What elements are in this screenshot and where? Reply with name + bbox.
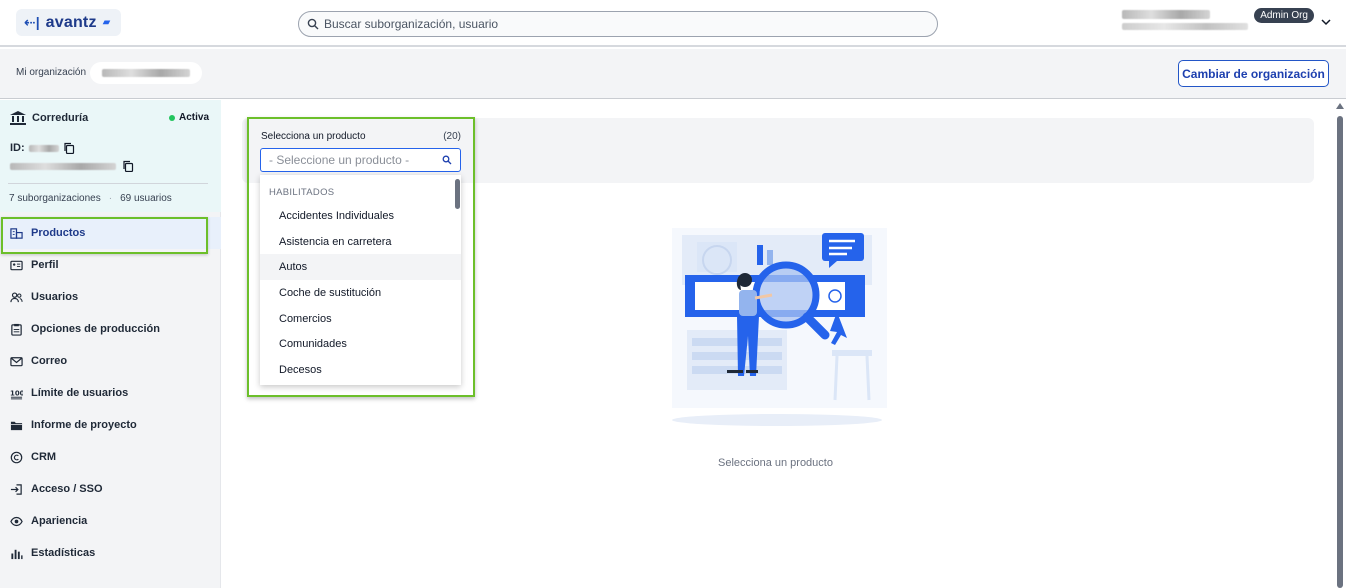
product-selector: Selecciona un producto (20) HABILITADOS … bbox=[247, 117, 475, 397]
sidebar-item-label: Límite de usuarios bbox=[31, 387, 129, 399]
profile-card-icon bbox=[10, 260, 23, 270]
scroll-up-arrow-icon[interactable] bbox=[1336, 103, 1344, 109]
empty-state-text: Selecciona un producto bbox=[718, 457, 833, 469]
org-stats: 7 suborganizaciones · 69 usuarios bbox=[9, 193, 172, 204]
org-id: ID: bbox=[10, 142, 75, 154]
change-organization-button[interactable]: Cambiar de organización bbox=[1178, 60, 1329, 87]
sidebar-item-label: Apariencia bbox=[31, 515, 88, 527]
sidebar-item-perfil[interactable]: Perfil bbox=[0, 249, 221, 281]
sidebar-item-label: CRM bbox=[31, 451, 57, 463]
svg-text:100: 100 bbox=[10, 389, 23, 397]
user-menu[interactable]: Admin Org bbox=[1122, 6, 1332, 38]
sidebar: Correduría Activa ID: 7 suborganizacione… bbox=[0, 100, 221, 588]
status-badge: Activa bbox=[168, 112, 209, 123]
copy-icon[interactable] bbox=[122, 160, 134, 172]
brand-name: avantz bbox=[45, 13, 97, 31]
user-name-redacted bbox=[1122, 10, 1249, 30]
organization-bar: Mi organización Cambiar de organización bbox=[0, 49, 1346, 99]
org-summary-card: Correduría Activa ID: 7 suborganizacione… bbox=[0, 100, 221, 212]
sidebar-item-limite-usuarios[interactable]: 100 Límite de usuarios bbox=[0, 377, 221, 409]
sidebar-item-apariencia[interactable]: Apariencia bbox=[0, 505, 221, 537]
bar-stats-icon bbox=[11, 549, 23, 559]
product-search-input[interactable] bbox=[269, 153, 429, 167]
hundred-icon: 100 bbox=[10, 389, 23, 399]
sidebar-item-label: Acceso / SSO bbox=[31, 483, 103, 495]
global-search[interactable] bbox=[298, 11, 938, 37]
search-icon bbox=[307, 18, 319, 30]
brand-logo[interactable]: ⇠| avantz ▰ bbox=[16, 9, 121, 36]
sidebar-item-label: Correo bbox=[31, 355, 68, 367]
dropdown-option[interactable]: Comunidades bbox=[260, 331, 461, 357]
products-icon bbox=[10, 227, 23, 239]
scrollbar-thumb[interactable] bbox=[1337, 116, 1343, 588]
org-name-chip bbox=[90, 62, 202, 84]
brand-mark-icon: ▰ bbox=[102, 17, 111, 28]
org-type: Correduría bbox=[10, 111, 88, 125]
sidebar-item-usuarios[interactable]: Usuarios bbox=[0, 281, 221, 313]
org-id-redacted bbox=[28, 144, 59, 152]
role-badge: Admin Org bbox=[1254, 8, 1314, 23]
sidebar-item-crm[interactable]: CRM bbox=[0, 441, 221, 473]
org-label: Mi organización bbox=[16, 67, 87, 78]
sidebar-item-label: Opciones de producción bbox=[31, 323, 160, 335]
sidebar-item-label: Usuarios bbox=[31, 291, 79, 303]
empty-state-illustration bbox=[672, 228, 887, 426]
clipboard-icon bbox=[11, 323, 22, 336]
main-content: Selecciona un producto (20) HABILITADOS … bbox=[222, 100, 1334, 588]
dropdown-option[interactable]: Coche de sustitución bbox=[260, 280, 461, 306]
sidebar-item-estadisticas[interactable]: Estadísticas bbox=[0, 537, 221, 569]
bank-icon bbox=[10, 111, 26, 125]
dropdown-option[interactable]: Accidentes Individuales bbox=[260, 203, 461, 229]
users-count: 69 usuarios bbox=[120, 193, 172, 204]
sidebar-item-acceso-sso[interactable]: Acceso / SSO bbox=[0, 473, 221, 505]
org-id-label: ID: bbox=[10, 142, 25, 154]
copy-icon[interactable] bbox=[63, 142, 75, 154]
product-select-field[interactable] bbox=[260, 148, 461, 172]
dropdown-option[interactable]: Decesos bbox=[260, 357, 461, 383]
status-text: Activa bbox=[178, 112, 209, 123]
folder-icon bbox=[10, 421, 23, 430]
dropdown-group-header: HABILITADOS bbox=[269, 187, 335, 198]
dropdown-option[interactable]: Asistencia en carretera bbox=[260, 229, 461, 255]
dropdown-scrollbar[interactable] bbox=[455, 179, 460, 209]
copyright-icon bbox=[10, 451, 23, 463]
search-input[interactable] bbox=[324, 17, 924, 31]
dropdown-option[interactable]: Autos bbox=[260, 254, 461, 281]
top-bar: ⇠| avantz ▰ Admin Org bbox=[0, 0, 1346, 47]
product-selector-label: Selecciona un producto bbox=[261, 131, 366, 142]
divider bbox=[8, 183, 208, 184]
sidebar-item-label: Productos bbox=[31, 227, 86, 239]
sidebar-item-opciones-produccion[interactable]: Opciones de producción bbox=[0, 313, 221, 345]
mail-icon bbox=[10, 356, 23, 366]
product-dropdown: HABILITADOS Accidentes Individuales Asis… bbox=[260, 175, 461, 385]
sidebar-item-productos[interactable]: Productos bbox=[0, 217, 221, 254]
org-type-label: Correduría bbox=[32, 112, 89, 124]
suborgs-count: 7 suborganizaciones bbox=[9, 193, 101, 204]
sidebar-item-correo[interactable]: Correo bbox=[0, 345, 221, 377]
search-icon bbox=[442, 155, 452, 165]
users-icon bbox=[10, 291, 23, 302]
status-dot bbox=[168, 114, 175, 121]
dropdown-option[interactable]: Comercios bbox=[260, 306, 461, 332]
page-scrollbar[interactable] bbox=[1334, 100, 1346, 588]
sidebar-item-label: Perfil bbox=[31, 259, 59, 271]
separator: · bbox=[108, 193, 113, 204]
sidebar-item-label: Estadísticas bbox=[31, 547, 96, 559]
product-count: (20) bbox=[443, 131, 461, 142]
chevron-down-icon[interactable] bbox=[1320, 16, 1332, 28]
collapse-menu-icon[interactable]: ⇠| bbox=[24, 14, 40, 31]
sidebar-item-informe-proyecto[interactable]: Informe de proyecto bbox=[0, 409, 221, 441]
sidebar-item-label: Informe de proyecto bbox=[31, 419, 137, 431]
sidebar-nav: Productos Perfil Usuarios Opciones de pr… bbox=[0, 217, 221, 569]
eye-icon bbox=[10, 516, 23, 526]
org-secondary-redacted bbox=[10, 162, 116, 170]
org-secondary-id bbox=[10, 160, 134, 172]
login-icon bbox=[10, 483, 22, 495]
